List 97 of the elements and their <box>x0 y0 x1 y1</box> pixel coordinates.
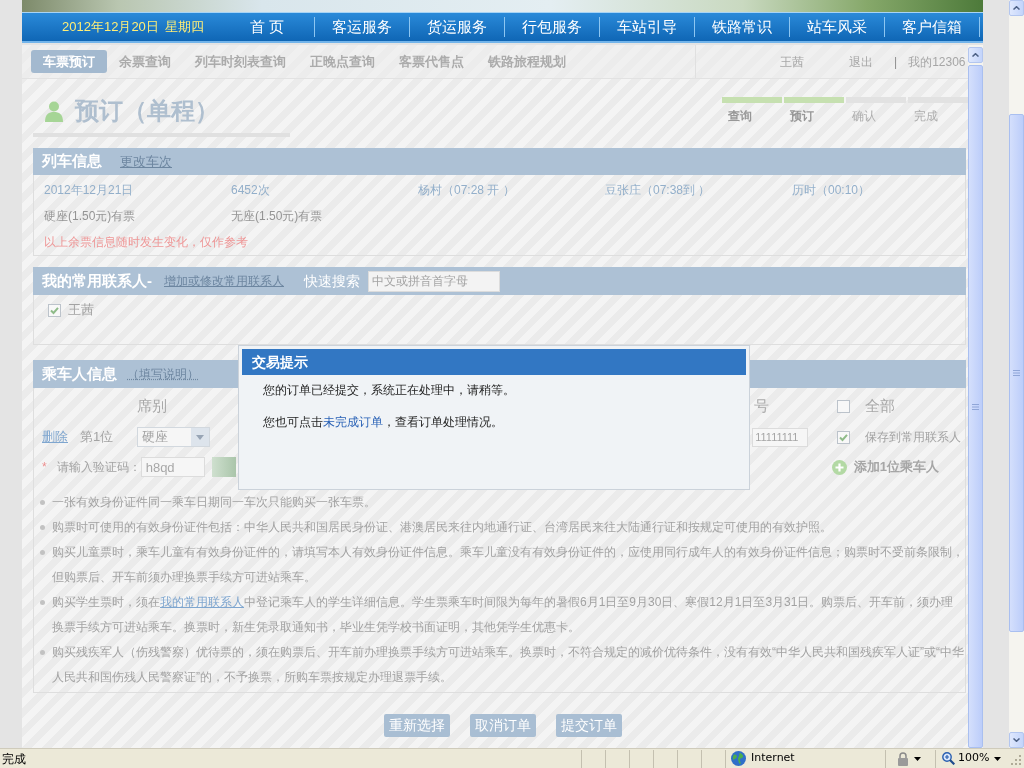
availability-notice: 以上余票信息随时发生变化，仅作参考 <box>44 234 248 251</box>
tab[interactable]: 余票查询 <box>107 50 183 73</box>
nav-link[interactable]: 铁路常识 <box>695 16 789 38</box>
required-mark: * <box>42 459 47 476</box>
edit-contacts-link[interactable]: 增加或修改常用联系人 <box>164 272 284 290</box>
page-title: 预订（单程） <box>75 97 219 125</box>
nav-link[interactable]: 货运服务 <box>410 16 504 38</box>
nav-link[interactable]: 行包服务 <box>505 16 599 38</box>
dialog-message: 您的订单已经提交，系统正在处理中，请稍等。 <box>263 382 515 399</box>
column-header: 号 <box>754 395 769 416</box>
id-number-field[interactable]: 11111111 <box>752 427 809 447</box>
plus-icon <box>831 459 847 475</box>
tab[interactable]: 正晚点查询 <box>298 50 387 73</box>
caret-up-icon <box>1013 6 1020 10</box>
travel-date: 2012年12月21日 <box>44 182 134 199</box>
section-title: 乘车人信息 <box>42 363 117 384</box>
step-label: 完成 <box>914 108 938 125</box>
checkbox[interactable] <box>48 303 61 317</box>
resize-grip-icon[interactable] <box>1011 755 1022 766</box>
help-link[interactable]: （填写说明） <box>127 365 199 383</box>
seat-availability: 无座(1.50元)有票 <box>231 208 323 225</box>
zoom-in-icon[interactable] <box>942 752 955 765</box>
scroll-up-button[interactable] <box>968 47 983 63</box>
change-train-link[interactable]: 更改车次 <box>120 151 172 172</box>
person-icon <box>45 100 63 122</box>
search-field[interactable]: 中文或拼音首字母 <box>368 270 500 292</box>
weekday-text: 星期四 <box>164 18 204 37</box>
caret-icon <box>196 434 205 440</box>
dialog-title: 交易提示 <box>252 352 308 372</box>
arrival-station: 豆张庄（07:38到 ） <box>605 182 711 199</box>
contact-name: 王茜 <box>68 301 94 320</box>
step-label: 确认 <box>852 108 876 125</box>
captcha-field[interactable]: h8qd <box>140 457 205 477</box>
note-text: 一张有效身份证件同一乘车日期同一车次只能购买一张车票。 <box>52 494 377 511</box>
date-text: 2012年12月20日 <box>62 18 159 37</box>
caret-down-icon[interactable] <box>994 756 1001 761</box>
contacts-link[interactable]: 我的常用联系人 <box>160 595 244 609</box>
scroll-down-button[interactable] <box>1009 732 1024 748</box>
status-text: 完成 <box>2 750 26 768</box>
nav-link[interactable]: 首 页 <box>220 16 314 38</box>
account-link[interactable]: 我的12306 <box>908 52 966 71</box>
security-zone-text: Internet <box>751 750 795 767</box>
dialog-message: 您也可点击未完成订单，查看订单处理情况。 <box>263 414 503 431</box>
bullet-icon <box>40 650 45 655</box>
bullet-icon <box>40 500 45 505</box>
column-header: 席别 <box>137 395 167 416</box>
save-contact-label: 保存到常用联系人 <box>865 429 962 446</box>
bullet-icon <box>40 600 45 605</box>
note-text: 购票时可使用的有效身份证件包括：中华人民共和国居民身份证、港澳居民来往内地通行证、台湾居民来往大陆通行证和按规定可使用的有效护照。 <box>52 519 833 536</box>
globe-icon <box>731 751 746 766</box>
add-passenger-link[interactable]: 添加1位乘车人 <box>853 457 939 477</box>
user-name: 王茜 <box>780 53 804 71</box>
seat-select[interactable]: 硬座 <box>137 427 211 447</box>
delete-link[interactable]: 删除 <box>42 427 68 447</box>
lock-icon[interactable] <box>897 751 909 766</box>
departure-station: 杨村（07:28 开 ） <box>418 182 515 199</box>
bullet-icon <box>40 525 45 530</box>
action-button[interactable]: 提交订单 <box>556 714 622 737</box>
grip-icon <box>1013 370 1020 376</box>
tab[interactable]: 客票代售点 <box>387 50 476 73</box>
note-text: 购买儿童票时，乘车儿童有有效身份证件的，请填写本人有效身份证件信息。乘车儿童没有有效身份证件的，应使用同行成年人的有效身份证件信息；购票时不受前条限制，但购票后、开车前须办理换票手续方可进站乘车。 <box>52 544 965 586</box>
nav-link[interactable]: 客户信箱 <box>885 16 979 38</box>
action-button[interactable]: 取消订单 <box>470 714 536 737</box>
caret-up-icon <box>972 53 979 57</box>
section-title: 我的常用联系人- <box>42 270 152 291</box>
scroll-up-button[interactable] <box>1009 0 1024 16</box>
search-label: 快速搜索 <box>304 271 360 291</box>
step-label: 预订 <box>790 108 814 125</box>
seat-availability: 硬座(1.50元)有票 <box>44 208 136 225</box>
tab[interactable]: 铁路旅程规划 <box>476 50 578 73</box>
passenger-position: 第1位 <box>80 428 114 447</box>
select-all-label: 全部 <box>865 395 895 416</box>
tab[interactable]: 列车时刻表查询 <box>183 50 298 73</box>
section-title: 列车信息 <box>42 151 102 172</box>
grip-icon <box>972 403 979 410</box>
checkbox[interactable] <box>837 399 850 413</box>
nav-link[interactable]: 客运服务 <box>315 16 409 38</box>
step-label: 查询 <box>728 108 752 125</box>
pending-orders-link[interactable]: 未完成订单 <box>323 415 383 429</box>
caret-down-icon[interactable] <box>914 756 921 761</box>
captcha-label: 请输入验证码： <box>56 459 141 476</box>
separator-text: | <box>894 53 898 71</box>
captcha-image <box>211 457 236 477</box>
train-number: 6452次 <box>231 182 270 199</box>
note-text: 购买学生票时，须在我的常用联系人中登记乘车人的学生详细信息。学生票乘车时间限为每年的暑假6月1日至9月30日、寒假12月1日至3月31日。购票后、开车前，须办理换票手续方可进站乘车。换票时，新生凭录取通知书，毕业生凭学校书面证明，其他凭学生优惠卡。 <box>52 594 955 636</box>
checkbox[interactable] <box>837 430 851 444</box>
logout-link[interactable]: 退出 <box>849 52 873 71</box>
travel-duration: 历时（00:10） <box>792 182 871 199</box>
tab[interactable]: 车票预订 <box>31 50 107 73</box>
zoom-level-text[interactable]: 100% <box>958 750 990 767</box>
nav-link[interactable]: 站车风采 <box>790 16 884 38</box>
caret-down-icon <box>1013 738 1020 742</box>
bullet-icon <box>40 550 45 555</box>
scrollbar-thumb[interactable] <box>1009 114 1024 632</box>
action-button[interactable]: 重新选择 <box>384 714 450 737</box>
nav-link[interactable]: 车站引导 <box>600 16 694 38</box>
note-text: 购买残疾军人（伤残警察）优待票的，须在购票后、开车前办理换票手续方可进站乘车。换票时，不符合规定的减价优待条件，没有有效“中华人民共和国残疾军人证”或“中华人民共和国伤残人民警察证”的，不予换票，所购车票按规定办理退票手续。 <box>52 644 965 686</box>
